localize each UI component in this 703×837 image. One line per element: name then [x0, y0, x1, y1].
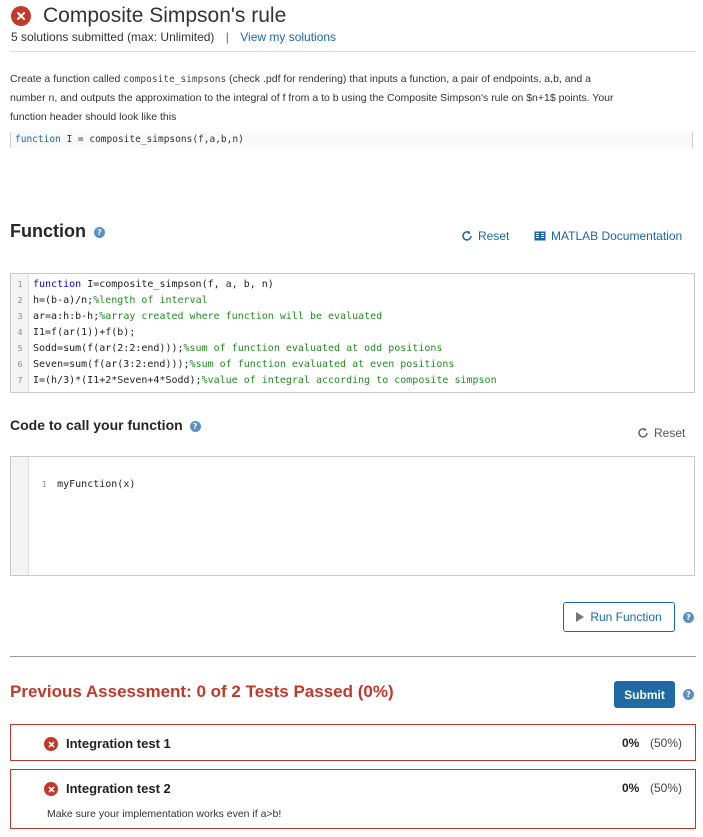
- call-section-title: Code to call your function ?: [10, 417, 201, 433]
- code-line: 6 Seven=sum(f(ar(3:2:end)));%sum of funct…: [17, 359, 455, 370]
- assessment-title: Previous Assessment: 0 of 2 Tests Passed…: [10, 682, 394, 701]
- failed-icon: [44, 737, 58, 751]
- help-icon[interactable]: ?: [189, 421, 201, 432]
- function-header-example: function I = composite_simpsons(f,a,b,n): [10, 132, 693, 148]
- help-icon[interactable]: ?: [683, 689, 694, 700]
- function-name-code: composite_simpsons: [123, 74, 227, 85]
- test-result[interactable]: Integration test 2 0% (50%) Make sure yo…: [10, 769, 696, 829]
- test-name: Integration test 2: [66, 781, 171, 796]
- matlab-documentation-button[interactable]: MATLAB Documentation: [534, 229, 682, 243]
- submit-button[interactable]: Submit: [614, 681, 675, 708]
- code-line: 1 function I=composite_simpson(f, a, b, n…: [17, 279, 274, 290]
- run-function-button[interactable]: Run Function: [563, 602, 675, 632]
- page-title: Composite Simpson's rule: [43, 4, 287, 27]
- test-result[interactable]: Integration test 1 0% (50%): [10, 724, 696, 761]
- help-icon[interactable]: ?: [683, 612, 694, 623]
- test-weight: (50%): [650, 736, 683, 750]
- play-icon: [576, 612, 585, 622]
- submission-count: 5 solutions submitted (max: Unlimited): [11, 30, 215, 44]
- failed-status-icon: [11, 6, 31, 26]
- failed-icon: [44, 782, 58, 796]
- test-name: Integration test 1: [66, 736, 171, 751]
- submission-info: 5 solutions submitted (max: Unlimited) |…: [11, 30, 336, 44]
- code-line: 1 myFunction(x): [41, 479, 136, 490]
- header-divider: [10, 51, 696, 52]
- problem-description: Create a function called composite_simps…: [10, 73, 614, 123]
- view-solutions-link[interactable]: View my solutions: [240, 30, 336, 44]
- section-divider: [10, 656, 696, 657]
- test-weight: (50%): [650, 781, 683, 795]
- code-line: 3 ar=a:h:b-h;%array created where functio…: [17, 311, 383, 322]
- code-line: 4 I1=f(ar(1))+f(b);: [17, 327, 136, 338]
- function-reset-button[interactable]: Reset: [461, 229, 509, 243]
- code-line: 7 I=(h/3)*(I1+2*Seven+4*Sodd);%value of i…: [17, 375, 497, 386]
- call-reset-button[interactable]: Reset: [637, 426, 685, 440]
- test-message: Make sure your implementation works even…: [47, 808, 282, 820]
- test-percent: 0%: [622, 736, 640, 750]
- test-percent: 0%: [622, 781, 640, 795]
- function-code-editor[interactable]: 1 function I=composite_simpson(f, a, b, n…: [10, 273, 695, 393]
- call-code-editor[interactable]: 1 myFunction(x): [10, 456, 695, 576]
- separator: |: [225, 30, 229, 44]
- documentation-icon: [534, 231, 546, 241]
- refresh-icon: [638, 427, 648, 438]
- function-section-title: Function ?: [10, 221, 105, 242]
- help-icon[interactable]: ?: [94, 227, 105, 238]
- refresh-icon: [462, 230, 472, 241]
- code-line: 2 h=(b-a)/n;%length of interval: [17, 295, 208, 306]
- code-line: 5 Sodd=sum(f(ar(2:2:end)));%sum of functi…: [17, 343, 443, 354]
